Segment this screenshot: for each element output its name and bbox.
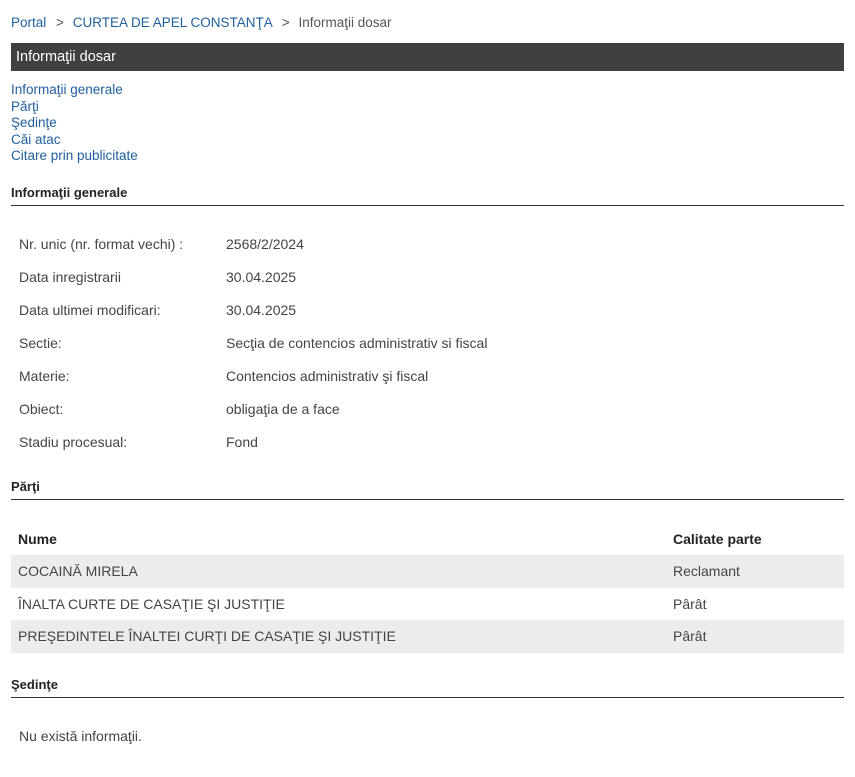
party-role: Reclamant (673, 563, 740, 579)
info-value: 30.04.2025 (226, 302, 297, 318)
nav-link-informatii-generale[interactable]: Informaţii generale (11, 82, 138, 99)
nav-link-cai-atac[interactable]: Căi atac (11, 132, 138, 149)
section-header-parti: Părţi (11, 479, 844, 500)
info-value: Fond (226, 434, 258, 450)
nav-link-sedinte[interactable]: Şedinţe (11, 115, 138, 132)
parties-table: Nume Calitate parte COCAINĂ MIRELA Recla… (11, 523, 844, 653)
parties-table-header: Nume Calitate parte (11, 523, 844, 555)
breadcrumb-portal-link[interactable]: Portal (11, 15, 46, 30)
party-name: ÎNALTA CURTE DE CASAŢIE ŞI JUSTIŢIE (18, 595, 285, 612)
breadcrumb-separator: > (281, 15, 290, 30)
info-label: Nr. unic (nr. format vechi) : (19, 236, 184, 252)
nav-link-parti[interactable]: Părţi (11, 99, 138, 116)
info-value: Secţia de contencios administrativ si fi… (226, 335, 488, 351)
info-label: Sectie: (19, 335, 62, 351)
table-row: ÎNALTA CURTE DE CASAŢIE ŞI JUSTIŢIE Pârâ… (11, 588, 844, 621)
party-role: Pârât (673, 628, 707, 644)
table-row: PREŞEDINTELE ÎNALTEI CURŢI DE CASAŢIE ŞI… (11, 620, 844, 653)
column-header-calitate-parte: Calitate parte (673, 531, 762, 547)
party-name: PREŞEDINTELE ÎNALTEI CURŢI DE CASAŢIE ŞI… (18, 628, 396, 644)
section-header-sedinte: Şedinţe (11, 677, 844, 698)
party-role: Pârât (673, 595, 707, 612)
info-value: Contencios administrativ şi fiscal (226, 368, 429, 384)
info-label: Stadiu procesual: (19, 434, 128, 450)
page-title-bar: Informaţii dosar (11, 43, 844, 71)
sedinte-empty-message: Nu există informaţii. (19, 728, 142, 744)
info-value: 30.04.2025 (226, 269, 297, 285)
info-value: 2568/2/2024 (226, 236, 304, 252)
info-value: obligaţia de a face (226, 401, 340, 417)
section-nav: Informaţii generale Părţi Şedinţe Căi at… (11, 82, 138, 165)
table-row: COCAINĂ MIRELA Reclamant (11, 555, 844, 588)
breadcrumb-court-link[interactable]: CURTEA DE APEL CONSTANŢA (73, 15, 272, 30)
breadcrumb-current: Informaţii dosar (298, 15, 392, 30)
section-header-informatii-generale: Informaţii generale (11, 185, 844, 206)
breadcrumb-separator: > (56, 15, 64, 30)
column-header-nume: Nume (18, 531, 57, 547)
nav-link-citare-prin-publicitate[interactable]: Citare prin publicitate (11, 148, 138, 165)
info-label: Obiect: (19, 401, 64, 417)
party-name: COCAINĂ MIRELA (18, 563, 138, 579)
info-label: Materie: (19, 368, 70, 384)
breadcrumb: Portal > CURTEA DE APEL CONSTANŢA > Info… (11, 15, 391, 30)
info-label: Data inregistrarii (19, 269, 121, 285)
info-label: Data ultimei modificari: (19, 302, 161, 318)
